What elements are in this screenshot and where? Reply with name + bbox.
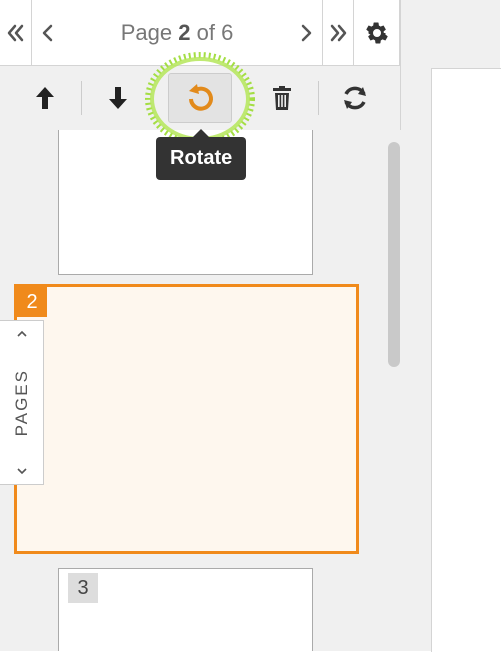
page-indicator: Page 2 of 6 [64,20,290,46]
pages-tab-label: PAGES [12,369,32,436]
thumbnails-panel: 2 3 [0,130,401,651]
prev-page-button[interactable] [32,0,64,66]
arrow-down-icon [107,85,129,111]
page-total: 6 [221,20,233,45]
page-current: 2 [178,20,190,45]
page-nav: Page 2 of 6 [0,0,400,66]
chevron-left-icon [40,23,56,43]
tooltip-label: Rotate [170,147,232,169]
separator [318,81,319,115]
first-page-button[interactable] [0,0,32,66]
page-number-badge: 2 [17,287,47,317]
scrollbar-thumb[interactable] [388,142,400,367]
rotate-tooltip: Rotate [156,137,246,180]
separator [81,81,82,115]
refresh-icon [341,84,369,112]
arrow-up-icon [34,85,56,111]
move-down-button[interactable] [86,73,150,123]
page-of-word: of [197,20,215,45]
rotate-button[interactable] [168,73,232,123]
chevrons-left-icon [6,23,26,43]
gear-icon [365,21,389,45]
pages-sidebar-tab[interactable]: PAGES [0,320,44,485]
settings-button[interactable] [354,0,400,66]
delete-button[interactable] [250,73,314,123]
document-viewport-edge [401,0,500,651]
last-page-button[interactable] [322,0,354,66]
move-up-button[interactable] [13,73,77,123]
chevron-down-icon [16,466,28,476]
trash-icon [271,85,293,111]
chevron-up-icon [16,329,28,339]
page-toolbar [0,66,400,130]
next-page-button[interactable] [290,0,322,66]
rotate-ccw-icon [185,83,215,113]
page-word: Page [121,20,172,45]
refresh-button[interactable] [323,73,387,123]
page-thumbnail-2[interactable]: 2 [14,284,359,554]
page-number-badge: 3 [68,573,98,603]
chevrons-right-icon [328,23,348,43]
chevron-right-icon [298,23,314,43]
